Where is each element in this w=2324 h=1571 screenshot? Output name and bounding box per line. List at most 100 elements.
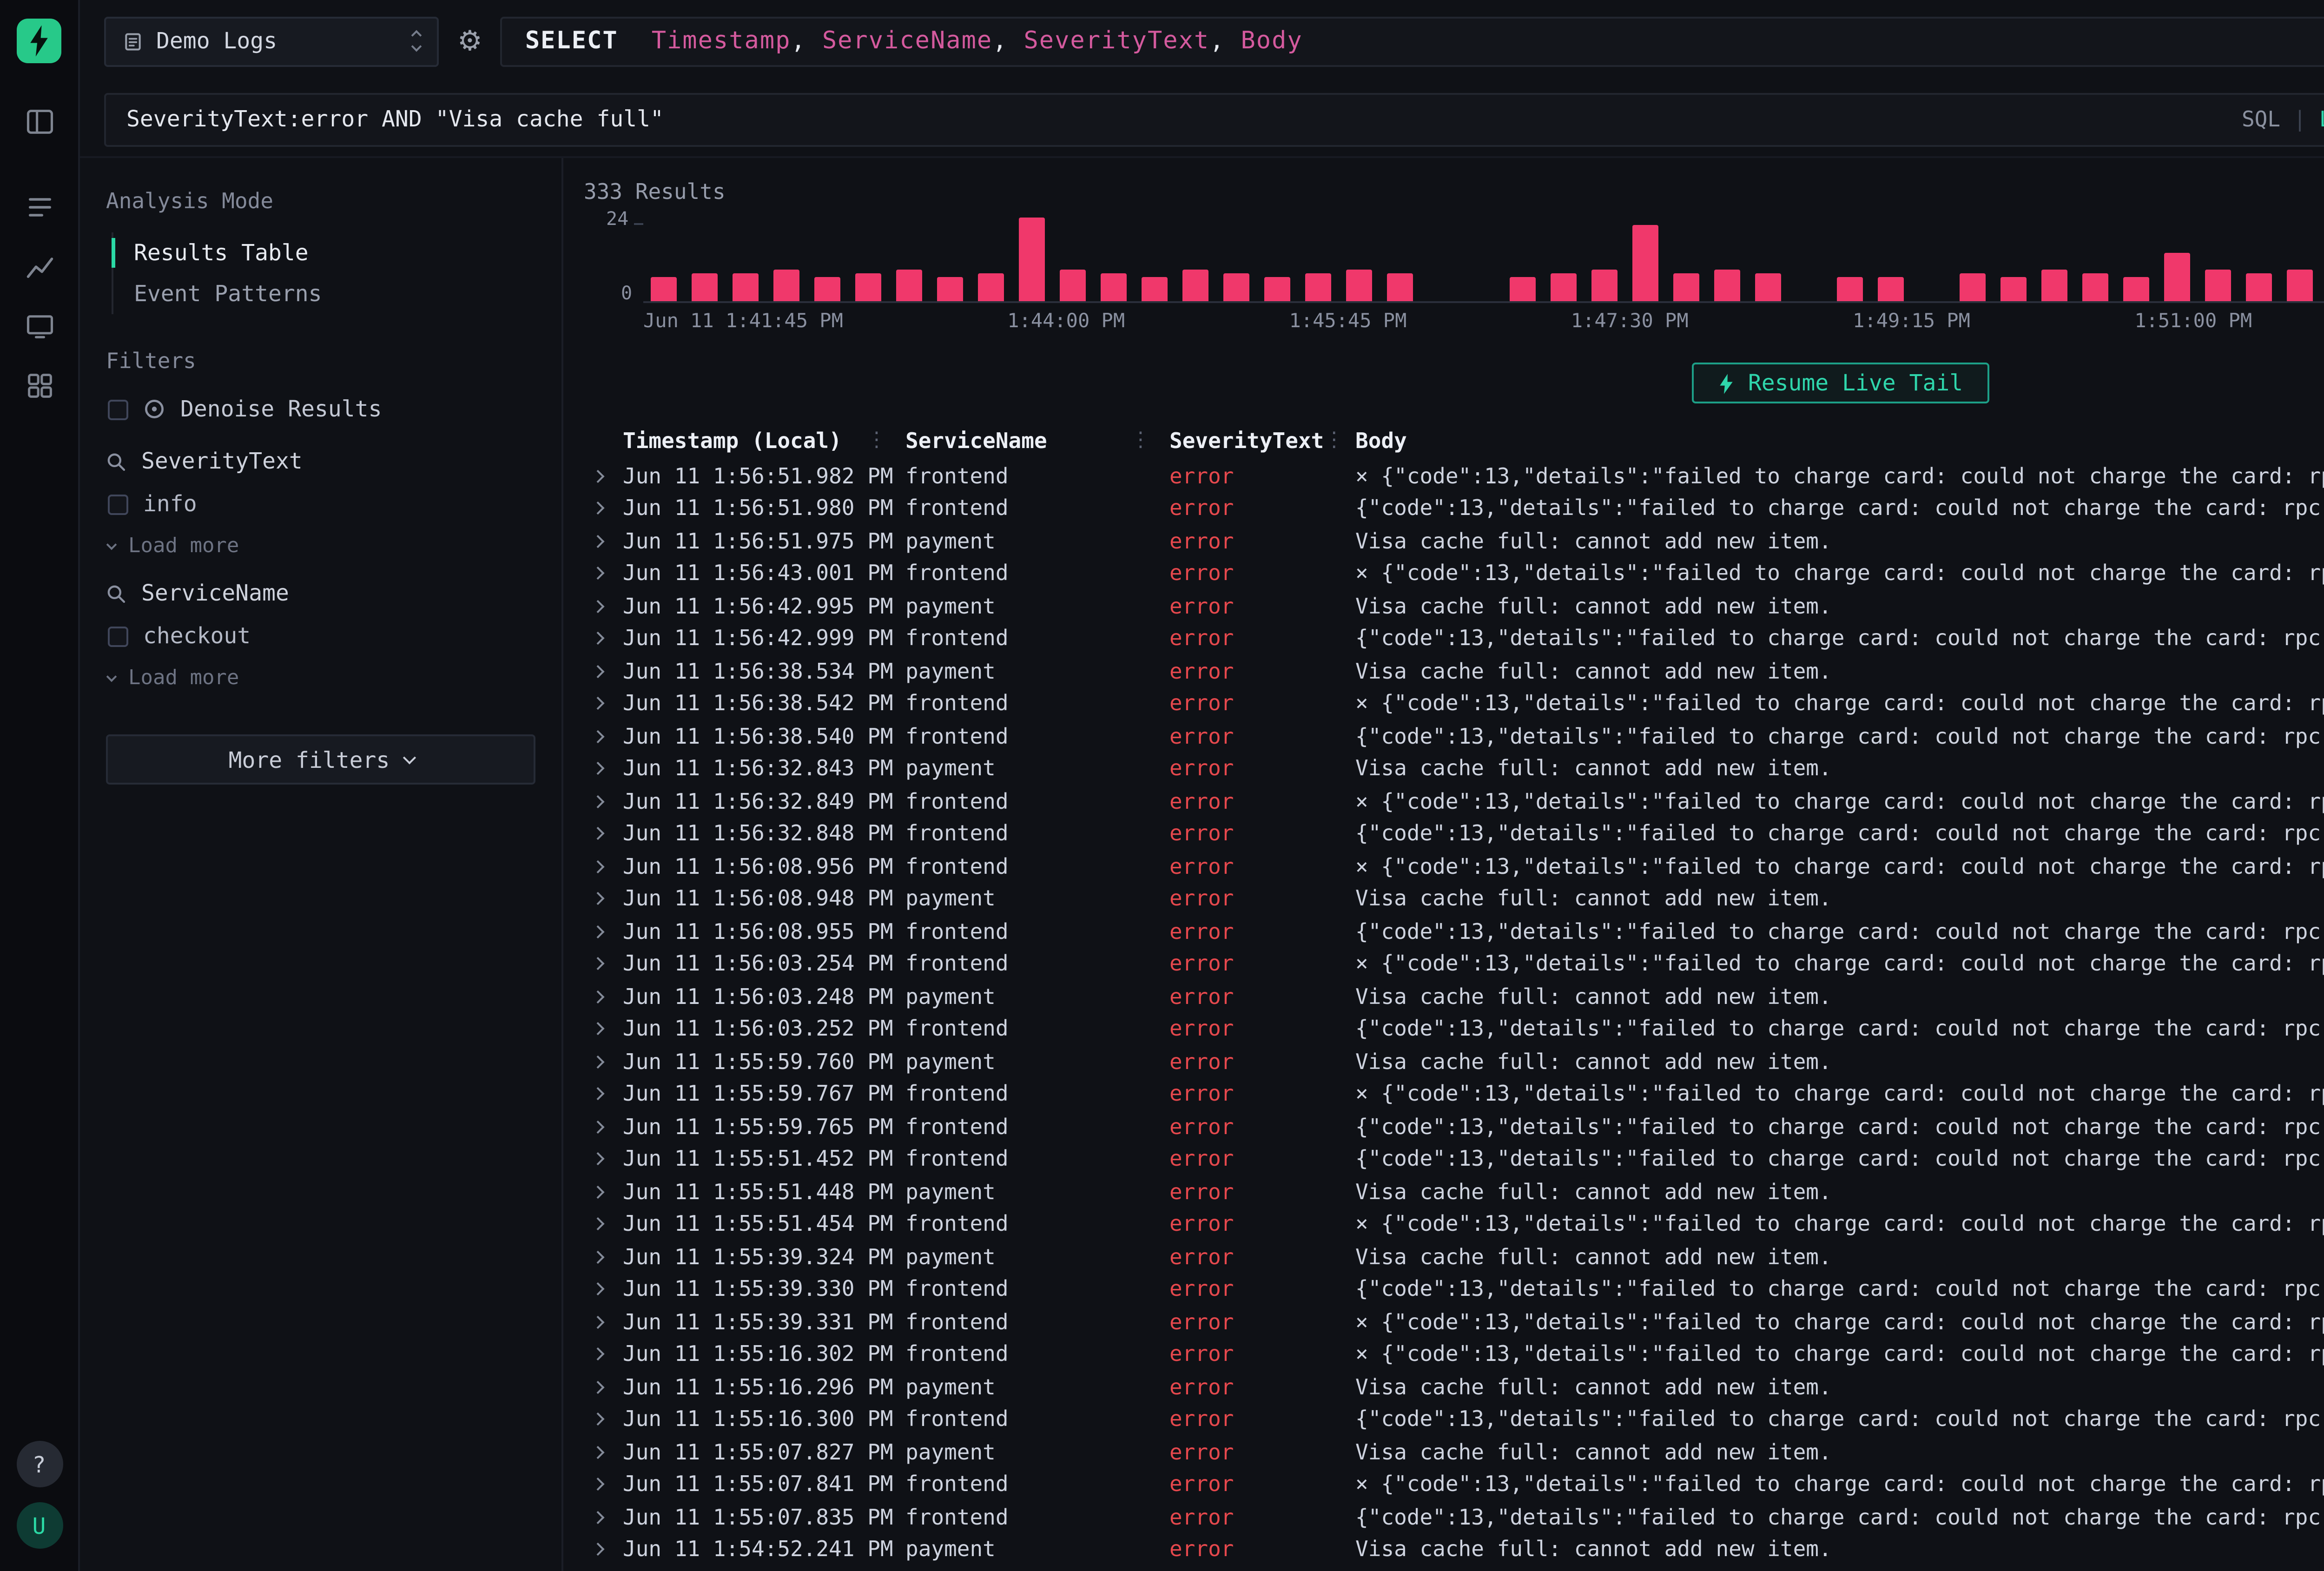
app-logo[interactable]: [17, 19, 61, 63]
row-expand-icon[interactable]: [584, 601, 623, 610]
histogram-bar[interactable]: [2075, 218, 2116, 301]
mode-lucene-label[interactable]: Lucene: [2319, 106, 2324, 132]
histogram-bar[interactable]: [1952, 218, 1993, 301]
histogram-bar[interactable]: [1257, 218, 1298, 301]
table-row[interactable]: Jun 11 1:55:07.835 PM frontend error {"c…: [584, 1500, 2324, 1533]
table-row[interactable]: Jun 11 1:54:52.241 PM payment error Visa…: [584, 1533, 2324, 1565]
histogram-bar[interactable]: [807, 218, 848, 301]
histogram-bar[interactable]: [1216, 218, 1257, 301]
histogram-bar[interactable]: [971, 218, 1011, 301]
row-expand-icon[interactable]: [584, 1057, 623, 1065]
table-row[interactable]: Jun 11 1:56:38.534 PM payment error Visa…: [584, 654, 2324, 687]
row-expand-icon[interactable]: [584, 1415, 623, 1423]
histogram-bar[interactable]: [2198, 218, 2238, 301]
row-expand-icon[interactable]: [584, 1382, 623, 1391]
row-expand-icon[interactable]: [584, 699, 623, 707]
histogram-bar[interactable]: [725, 218, 766, 301]
row-expand-icon[interactable]: [584, 862, 623, 870]
more-filters-button[interactable]: More filters: [106, 734, 535, 785]
load-more-severitytext[interactable]: Load more: [106, 534, 535, 558]
histogram-bar[interactable]: [1666, 218, 1707, 301]
dashboards-grid-icon[interactable]: [22, 368, 56, 402]
log-volume-histogram[interactable]: 24 0 Jun 11 1:41:45 PM1:44:00 PM1:45:45 …: [584, 218, 2324, 333]
filter-checkbox-checkout[interactable]: [108, 626, 128, 646]
table-row[interactable]: Jun 11 1:55:59.767 PM frontend error × {…: [584, 1077, 2324, 1110]
query-field[interactable]: Body: [1241, 27, 1303, 55]
search-input[interactable]: SeverityText:error AND "Visa cache full"…: [104, 92, 2324, 146]
row-expand-icon[interactable]: [584, 569, 623, 577]
table-row[interactable]: Jun 11 1:55:16.296 PM payment error Visa…: [584, 1370, 2324, 1403]
table-row[interactable]: Jun 11 1:55:39.331 PM frontend error × {…: [584, 1305, 2324, 1338]
column-header-body[interactable]: Body ⋮: [1355, 427, 2324, 453]
row-expand-icon[interactable]: [584, 1512, 623, 1521]
table-row[interactable]: Jun 11 1:55:59.765 PM frontend error {"c…: [584, 1110, 2324, 1142]
histogram-bar[interactable]: [1380, 218, 1420, 301]
mode-sql-label[interactable]: SQL: [2242, 106, 2280, 132]
histogram-bar[interactable]: [2238, 218, 2279, 301]
table-row[interactable]: Jun 11 1:56:42.995 PM payment error Visa…: [584, 589, 2324, 622]
histogram-bar[interactable]: [1829, 218, 1870, 301]
filter-group-severitytext-header[interactable]: SeverityText: [106, 448, 535, 474]
metrics-chart-icon[interactable]: [22, 249, 56, 283]
histogram-bar[interactable]: [2320, 218, 2324, 301]
row-expand-icon[interactable]: [584, 797, 623, 805]
denoise-results-toggle[interactable]: Denoise Results: [108, 396, 535, 422]
histogram-bar[interactable]: [1911, 218, 1952, 301]
row-expand-icon[interactable]: [584, 1187, 623, 1195]
query-field[interactable]: SeverityText: [1024, 27, 1210, 55]
analysis-mode-results-table[interactable]: Results Table: [113, 232, 535, 273]
row-expand-icon[interactable]: [584, 1089, 623, 1098]
select-query-editor[interactable]: SELECT Timestamp,ServiceName,SeverityTex…: [501, 16, 2324, 66]
row-expand-icon[interactable]: [584, 536, 623, 545]
histogram-bar[interactable]: [1093, 218, 1134, 301]
row-expand-icon[interactable]: [584, 1155, 623, 1163]
table-row[interactable]: Jun 11 1:55:07.841 PM frontend error × {…: [584, 1468, 2324, 1500]
histogram-bar[interactable]: [684, 218, 725, 301]
filter-checkbox-info[interactable]: [108, 494, 128, 514]
histogram-bar[interactable]: [643, 218, 684, 301]
table-row[interactable]: Jun 11 1:55:39.324 PM payment error Visa…: [584, 1240, 2324, 1273]
histogram-bar[interactable]: [1011, 218, 1052, 301]
table-row[interactable]: Jun 11 1:56:42.999 PM frontend error {"c…: [584, 622, 2324, 654]
histogram-bar[interactable]: [930, 218, 971, 301]
table-row[interactable]: Jun 11 1:56:38.540 PM frontend error {"c…: [584, 719, 2324, 752]
log-source-selector[interactable]: Demo Logs: [104, 16, 439, 66]
histogram-bar[interactable]: [1502, 218, 1543, 301]
histogram-bar[interactable]: [1543, 218, 1584, 301]
histogram-bar[interactable]: [2157, 218, 2198, 301]
column-menu-icon[interactable]: ⋮: [1324, 428, 1344, 452]
column-header-servicename[interactable]: ServiceName ⋮: [905, 427, 1169, 453]
row-expand-icon[interactable]: [584, 504, 623, 512]
table-row[interactable]: Jun 11 1:56:03.254 PM frontend error × {…: [584, 947, 2324, 980]
row-expand-icon[interactable]: [584, 1122, 623, 1130]
load-more-servicename[interactable]: Load more: [106, 666, 535, 690]
logs-list-icon[interactable]: [22, 190, 56, 223]
histogram-bar[interactable]: [1707, 218, 1748, 301]
monitor-icon[interactable]: [22, 309, 56, 342]
table-row[interactable]: Jun 11 1:56:08.955 PM frontend error {"c…: [584, 915, 2324, 947]
histogram-bar[interactable]: [1870, 218, 1911, 301]
table-row[interactable]: Jun 11 1:56:03.248 PM payment error Visa…: [584, 980, 2324, 1012]
histogram-bar[interactable]: [1584, 218, 1625, 301]
table-row[interactable]: Jun 11 1:56:32.843 PM payment error Visa…: [584, 752, 2324, 785]
table-row[interactable]: Jun 11 1:56:43.001 PM frontend error × {…: [584, 557, 2324, 589]
histogram-bar[interactable]: [889, 218, 930, 301]
histogram-bar[interactable]: [766, 218, 807, 301]
table-row[interactable]: Jun 11 1:56:03.252 PM frontend error {"c…: [584, 1012, 2324, 1045]
row-expand-icon[interactable]: [584, 471, 623, 480]
query-field[interactable]: ServiceName: [822, 27, 992, 55]
histogram-bar[interactable]: [1134, 218, 1175, 301]
table-row[interactable]: Jun 11 1:55:16.302 PM frontend error × {…: [584, 1338, 2324, 1370]
row-expand-icon[interactable]: [584, 667, 623, 675]
resume-live-tail-button[interactable]: Resume Live Tail: [1692, 363, 1989, 403]
histogram-bar[interactable]: [1625, 218, 1666, 301]
denoise-checkbox[interactable]: [108, 399, 128, 419]
histogram-bar[interactable]: [1298, 218, 1339, 301]
histogram-bar[interactable]: [848, 218, 889, 301]
column-menu-icon[interactable]: ⋮: [866, 428, 887, 452]
table-row[interactable]: Jun 11 1:55:51.454 PM frontend error × {…: [584, 1208, 2324, 1240]
row-expand-icon[interactable]: [584, 829, 623, 838]
help-button[interactable]: ?: [16, 1441, 62, 1487]
table-row[interactable]: Jun 11 1:55:51.448 PM payment error Visa…: [584, 1175, 2324, 1208]
row-expand-icon[interactable]: [584, 1350, 623, 1358]
